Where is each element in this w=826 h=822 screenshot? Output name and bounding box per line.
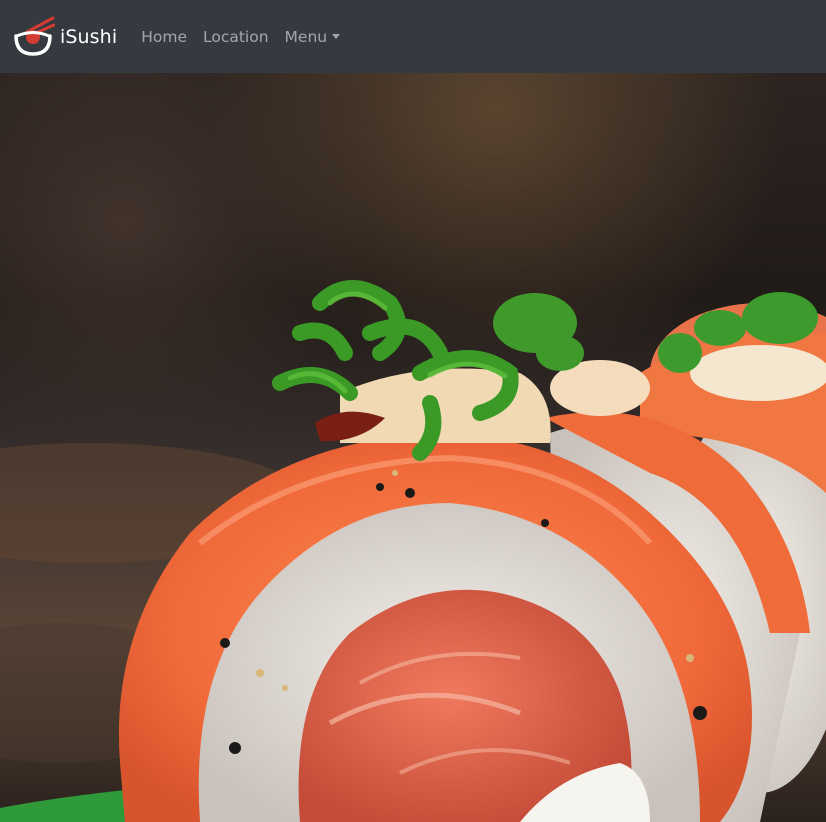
salmon-sushi-roll-photo [0, 73, 826, 822]
nav-home-link[interactable]: Home [133, 28, 195, 46]
nav-menu-dropdown[interactable]: Menu [277, 28, 349, 46]
nav-links: Home Location Menu [133, 28, 348, 46]
hero-image [0, 73, 826, 822]
top-navbar: iSushi Home Location Menu [0, 0, 826, 73]
brand-link[interactable]: iSushi [13, 16, 117, 58]
nav-menu-label: Menu [284, 27, 328, 46]
caret-down-icon [332, 33, 341, 39]
nav-location-link[interactable]: Location [195, 28, 277, 46]
brand-name: iSushi [60, 25, 118, 48]
sushi-bowl-logo-icon [14, 16, 55, 56]
